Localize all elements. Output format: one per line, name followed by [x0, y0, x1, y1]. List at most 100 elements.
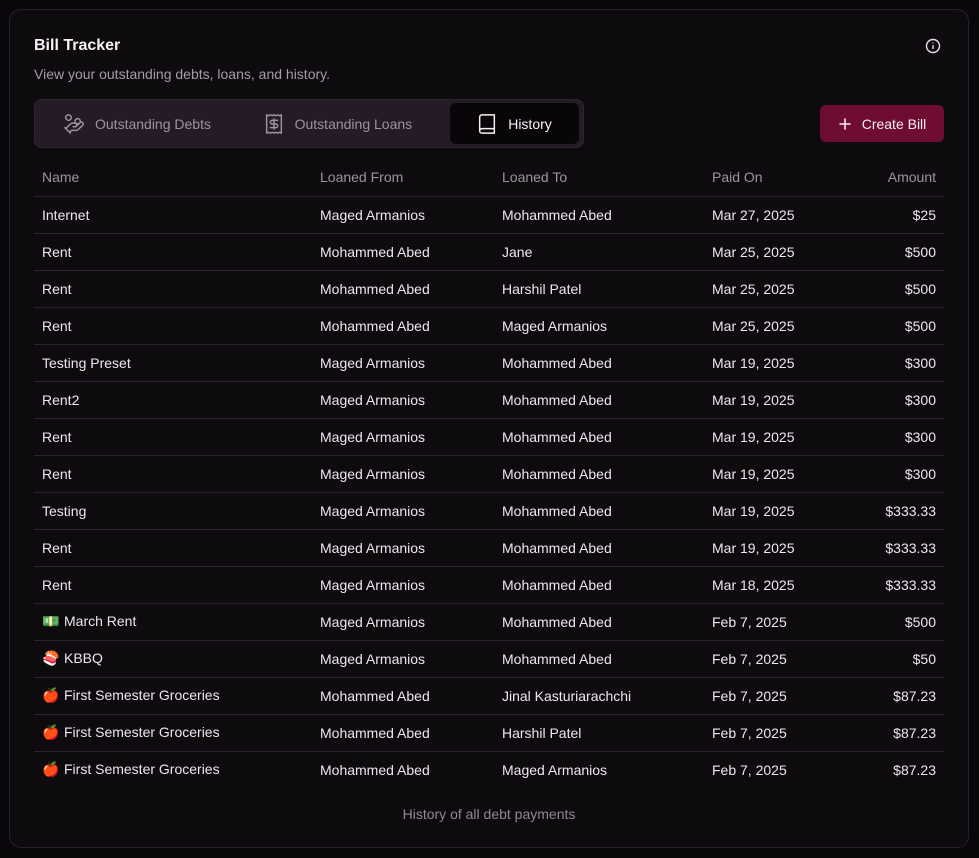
- cell-paid-on: Mar 25, 2025: [704, 307, 844, 345]
- cell-loaned-from: Maged Armanios: [312, 381, 494, 419]
- column-header-paid-on[interactable]: Paid On: [704, 158, 844, 197]
- plus-icon: [838, 117, 851, 130]
- bill-emoji-icon: 🍎: [42, 688, 60, 704]
- cell-paid-on: Mar 19, 2025: [704, 492, 844, 530]
- cell-paid-on: Feb 7, 2025: [712, 761, 787, 778]
- column-header-loaned-to[interactable]: Loaned To: [494, 158, 704, 197]
- cell-loaned-to: Mohammed Abed: [494, 418, 704, 456]
- cell-loaned-to: Maged Armanios: [502, 761, 608, 778]
- cell-name: Rent: [34, 455, 312, 493]
- table-row[interactable]: Internet Maged Armanios Mohammed Abed Mar 2…: [34, 196, 944, 234]
- table-row[interactable]: Testing Maged Armanios Mohammed Abed Mar 19…: [34, 492, 944, 530]
- bill-name: First Semester Groceries: [64, 761, 220, 778]
- cell-paid-on: Mar 19, 2025: [704, 418, 844, 456]
- cell-paid-on: Feb 7, 2025: [704, 677, 844, 715]
- create-bill-button[interactable]: Create Bill: [820, 105, 944, 142]
- table-row[interactable]: 💵 March Rent Maged Armanios Mohammed Abed Fe…: [34, 603, 944, 641]
- cell-amount: $87.23: [844, 714, 944, 752]
- cell-amount: $333.33: [844, 529, 944, 567]
- cell-amount: $300: [844, 455, 944, 493]
- cell-loaned-to: Jinal Kasturiarachchi: [494, 677, 704, 715]
- cell-name: 🍎 First Semester Groceries: [34, 751, 312, 788]
- cell-loaned-from: Maged Armanios: [312, 344, 494, 382]
- table-row[interactable]: Testing Preset Maged Armanios Mohammed Abe…: [34, 344, 944, 382]
- cell-loaned-to: Mohammed Abed: [494, 455, 704, 493]
- cell-name: 🍎 First Semester Groceries: [34, 677, 312, 715]
- table-row[interactable]: Rent2 Maged Armanios Mohammed Abed Mar 19, …: [34, 381, 944, 419]
- cell-loaned-from: Maged Armanios: [312, 492, 494, 530]
- info-icon[interactable]: [923, 36, 943, 56]
- column-header-loaned-from[interactable]: Loaned From: [312, 158, 494, 197]
- cell-amount: $500: [844, 307, 944, 345]
- cell-loaned-from: Maged Armanios: [312, 640, 494, 678]
- table-header-row: Name Loaned From Loaned To Paid On Amoun…: [34, 158, 944, 197]
- table-row[interactable]: Rent Maged Armanios Mohammed Abed Mar 19, 2…: [34, 418, 944, 456]
- cell-loaned-from: Mohammed Abed: [312, 270, 494, 308]
- cell-name: 💵 March Rent: [34, 603, 312, 641]
- cell-loaned-to: Mohammed Abed: [494, 529, 704, 567]
- cell-amount: $25: [844, 196, 944, 234]
- table-row[interactable]: 🍎 First Semester Groceries Mohammed Abed Ha…: [34, 714, 944, 752]
- table-row[interactable]: Rent Mohammed Abed Jane Mar 25, 2025 $500: [34, 233, 944, 271]
- cell-loaned-to: Mohammed Abed: [494, 381, 704, 419]
- table-row[interactable]: Rent Mohammed Abed Maged Armanios Mar 25, 2…: [34, 307, 944, 345]
- tab-outstanding-loans[interactable]: Outstanding Loans: [241, 103, 451, 144]
- cell-loaned-from: Mohammed Abed: [312, 307, 494, 345]
- cell-amount: $87.23: [844, 677, 944, 715]
- cell-loaned-from: Maged Armanios: [312, 196, 494, 234]
- bill-name: First Semester Groceries: [64, 724, 220, 740]
- cell-loaned-from: Maged Armanios: [312, 566, 494, 604]
- table-row[interactable]: Rent Maged Armanios Mohammed Abed Mar 19, 2…: [34, 529, 944, 567]
- cell-name: 🍎 First Semester Groceries: [34, 714, 312, 752]
- cell-name: Rent2: [34, 381, 312, 419]
- cell-loaned-to: Mohammed Abed: [494, 196, 704, 234]
- cell-paid-on: Mar 27, 2025: [704, 196, 844, 234]
- cell-loaned-to: Harshil Patel: [494, 714, 704, 752]
- cell-paid-on: Mar 25, 2025: [704, 270, 844, 308]
- receipt-dollar-icon: [265, 113, 282, 134]
- cell-amount: $333.33: [844, 566, 944, 604]
- cell-name: Rent: [34, 418, 312, 456]
- cell-amount: $333.33: [844, 492, 944, 530]
- bill-emoji-icon: 🍣: [42, 651, 60, 667]
- cell-amount: $87.23: [893, 761, 936, 778]
- bill-name: First Semester Groceries: [64, 687, 220, 703]
- cell-loaned-to: Mohammed Abed: [494, 603, 704, 641]
- column-header-amount[interactable]: Amount: [844, 158, 944, 197]
- tab-outstanding-debts[interactable]: Outstanding Debts: [39, 103, 241, 144]
- cell-loaned-from: Maged Armanios: [312, 455, 494, 493]
- bill-emoji-icon: 🍎: [42, 725, 60, 741]
- cell-amount: $300: [844, 344, 944, 382]
- cell-paid-on: Mar 19, 2025: [704, 381, 844, 419]
- cell-loaned-from: Maged Armanios: [312, 529, 494, 567]
- table-row[interactable]: 🍎 First Semester Groceries Mohammed Abed Ma…: [34, 751, 944, 788]
- table-row[interactable]: Rent Mohammed Abed Harshil Patel Mar 25, 20…: [34, 270, 944, 308]
- table-row[interactable]: Rent Maged Armanios Mohammed Abed Mar 19, 2…: [34, 455, 944, 493]
- table-row[interactable]: 🍎 First Semester Groceries Mohammed Abed Ji…: [34, 677, 944, 715]
- cell-amount: $50: [844, 640, 944, 678]
- cell-loaned-to: Harshil Patel: [494, 270, 704, 308]
- table-caption: History of all debt payments: [402, 806, 576, 822]
- cell-paid-on: Mar 25, 2025: [704, 233, 844, 271]
- bill-emoji-icon: 💵: [42, 614, 60, 630]
- bill-name: March Rent: [64, 613, 137, 629]
- tab-label: Outstanding Loans: [294, 115, 413, 132]
- cell-loaned-from: Mohammed Abed: [312, 677, 494, 715]
- cell-loaned-to: Mohammed Abed: [494, 640, 704, 678]
- cell-paid-on: Mar 19, 2025: [704, 455, 844, 493]
- table-row[interactable]: 🍣 KBBQ Maged Armanios Mohammed Abed Feb 7, 2…: [34, 640, 944, 678]
- bill-emoji-icon: 🍎: [42, 762, 60, 779]
- cell-loaned-from: Maged Armanios: [312, 603, 494, 641]
- tab-history[interactable]: History: [450, 103, 579, 144]
- cell-loaned-from: Mohammed Abed: [312, 714, 494, 752]
- book-icon: [479, 113, 496, 134]
- cell-loaned-to: Mohammed Abed: [494, 566, 704, 604]
- create-bill-label: Create Bill: [861, 115, 927, 132]
- column-header-name[interactable]: Name: [34, 158, 312, 197]
- cell-paid-on: Feb 7, 2025: [704, 640, 844, 678]
- history-table: Name Loaned From Loaned To Paid On Amoun…: [34, 158, 944, 788]
- hand-coins-icon: [64, 113, 84, 134]
- cell-amount: $500: [844, 603, 944, 641]
- page-subtitle: View your outstanding debts, loans, and …: [34, 66, 330, 82]
- table-row[interactable]: Rent Maged Armanios Mohammed Abed Mar 18, 2…: [34, 566, 944, 604]
